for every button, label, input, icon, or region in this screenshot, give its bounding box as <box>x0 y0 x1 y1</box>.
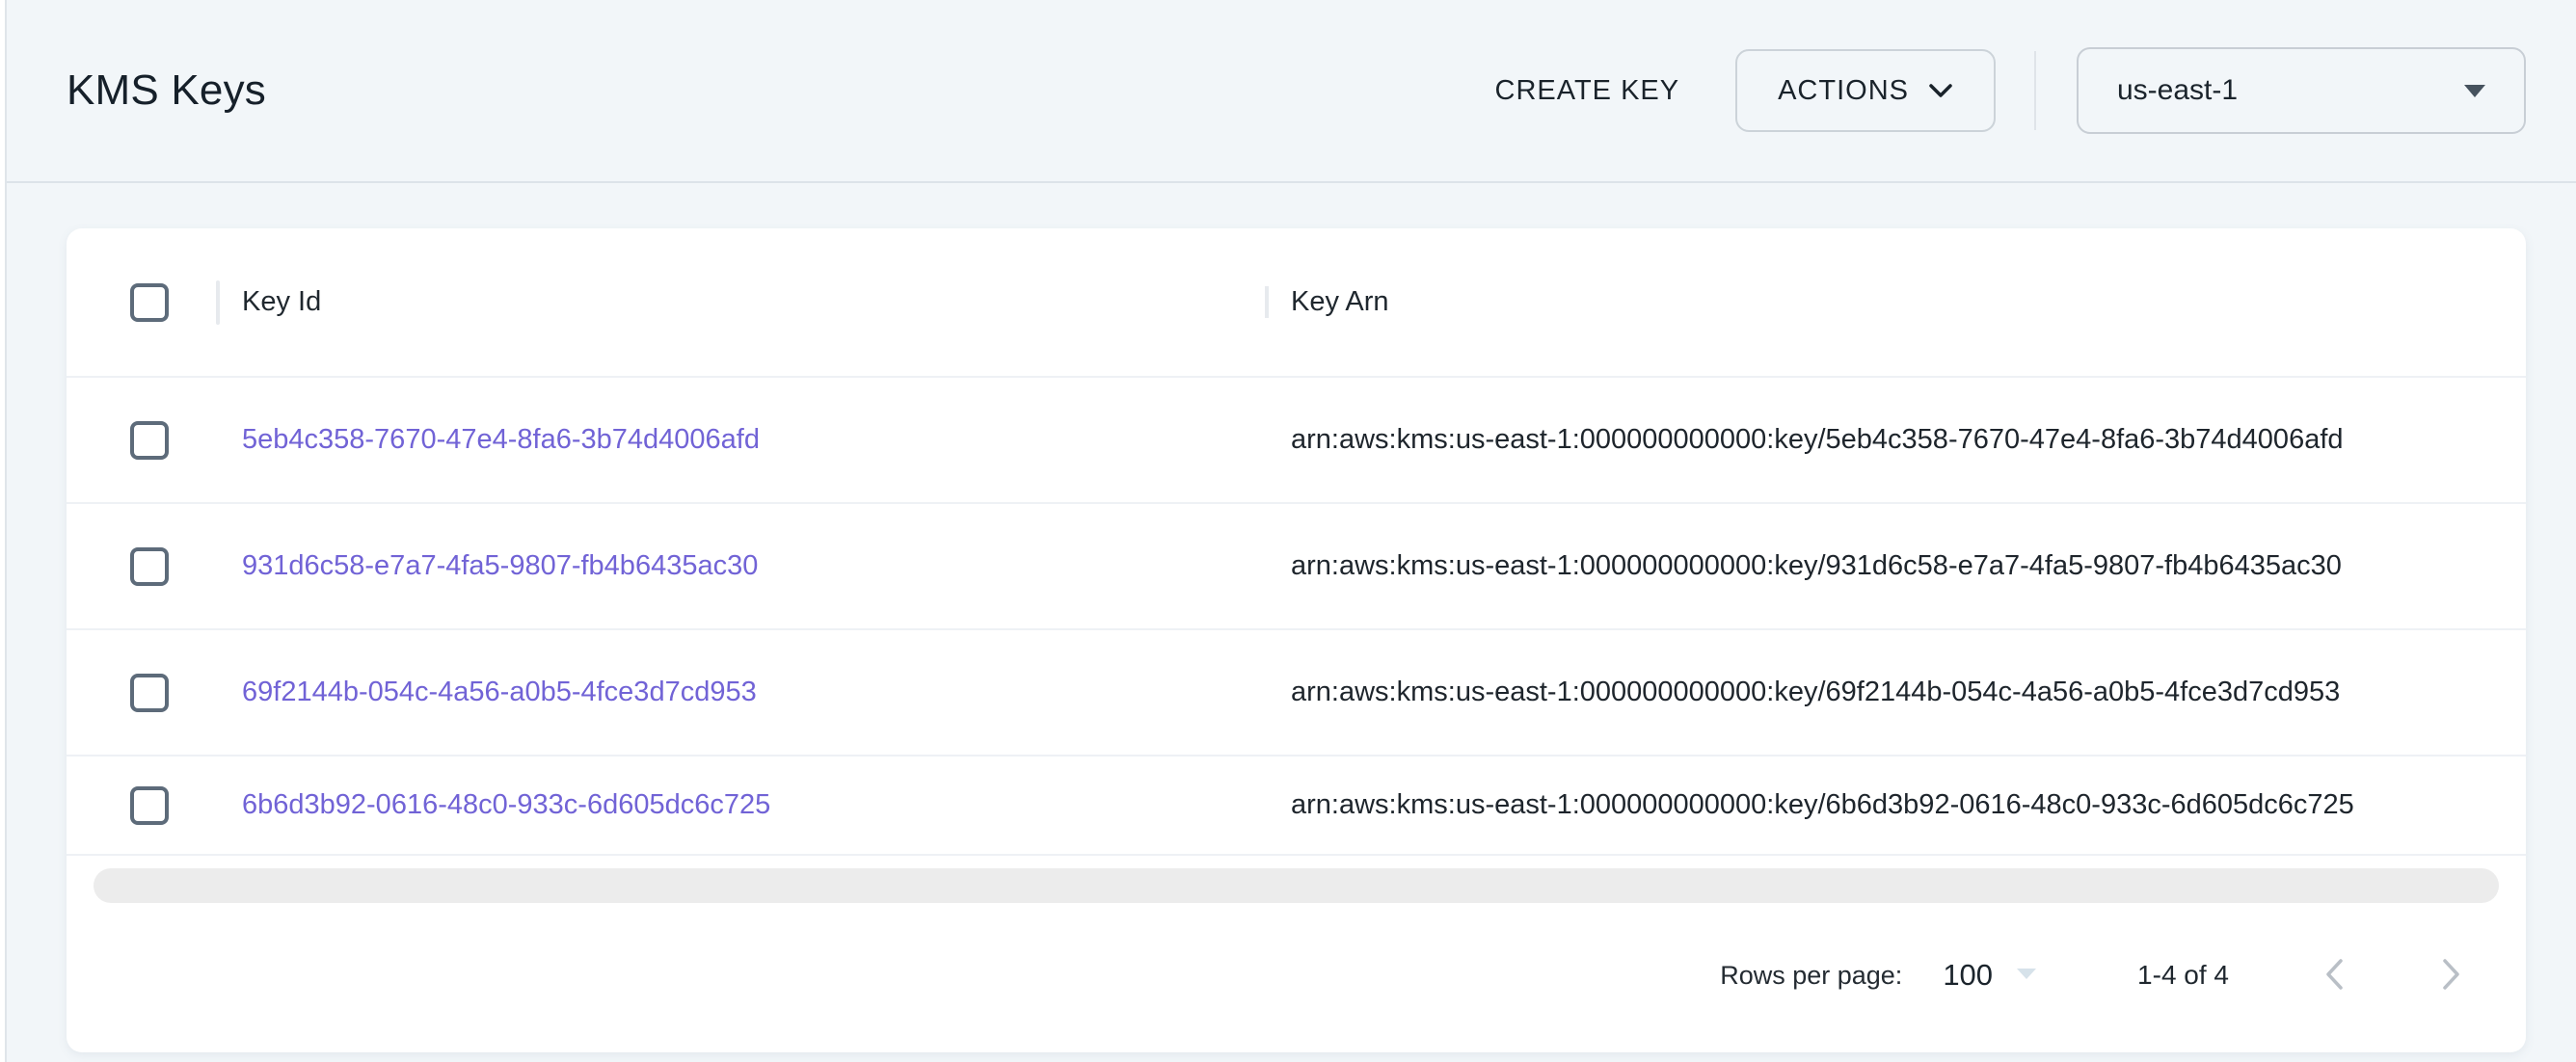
table-row: 931d6c58-e7a7-4fa5-9807-fb4b6435ac30 arn… <box>67 504 2526 630</box>
create-key-button[interactable]: CREATE KEY <box>1495 75 1680 107</box>
select-caret-icon <box>2016 967 2037 985</box>
key-id-link[interactable]: 931d6c58-e7a7-4fa5-9807-fb4b6435ac30 <box>242 550 758 582</box>
page-title: KMS Keys <box>67 66 266 115</box>
region-select[interactable]: us-east-1 <box>2077 47 2526 134</box>
actions-dropdown-label: ACTIONS <box>1778 75 1909 107</box>
pagination-range-label: 1-4 of 4 <box>2137 960 2229 991</box>
row-checkbox[interactable] <box>130 421 169 460</box>
content-area: Key Id Key Arn 5eb4c358-7670-47e4-8fa6-3… <box>7 183 2576 1052</box>
rows-per-page-select[interactable]: 100 <box>1943 958 2037 993</box>
table-row: 6b6d3b92-0616-48c0-933c-6d605dc6c725 arn… <box>67 757 2526 856</box>
chevron-left-icon <box>2321 956 2347 996</box>
table-header-row: Key Id Key Arn <box>67 228 2526 378</box>
next-page-button[interactable] <box>2439 956 2464 996</box>
key-arn-text: arn:aws:kms:us-east-1:000000000000:key/6… <box>1291 789 2354 821</box>
column-header-key-arn: Key Arn <box>1291 286 1389 318</box>
table-row: 5eb4c358-7670-47e4-8fa6-3b74d4006afd arn… <box>67 378 2526 504</box>
actions-dropdown-button[interactable]: ACTIONS <box>1735 49 1996 132</box>
table-row: 69f2144b-054c-4a56-a0b5-4fce3d7cd953 arn… <box>67 630 2526 757</box>
row-checkbox[interactable] <box>130 786 169 825</box>
region-select-value: us-east-1 <box>2117 74 2238 107</box>
row-checkbox[interactable] <box>130 674 169 712</box>
key-arn-text: arn:aws:kms:us-east-1:000000000000:key/9… <box>1291 550 2342 582</box>
keys-table-card: Key Id Key Arn 5eb4c358-7670-47e4-8fa6-3… <box>67 228 2526 1052</box>
column-header-key-id: Key Id <box>242 286 321 318</box>
key-arn-text: arn:aws:kms:us-east-1:000000000000:key/6… <box>1291 677 2340 708</box>
key-arn-text: arn:aws:kms:us-east-1:000000000000:key/5… <box>1291 424 2344 456</box>
pagination-bar: Rows per page: 100 1-4 of 4 <box>67 903 2526 1048</box>
horizontal-scrollbar-thumb[interactable] <box>94 868 2499 903</box>
kms-keys-page: KMS Keys CREATE KEY ACTIONS us-east-1 <box>5 0 2576 1062</box>
header-divider <box>2034 51 2036 130</box>
key-id-link[interactable]: 6b6d3b92-0616-48c0-933c-6d605dc6c725 <box>242 789 770 821</box>
rows-per-page-value: 100 <box>1943 958 1993 993</box>
row-checkbox[interactable] <box>130 547 169 586</box>
chevron-down-icon <box>1928 83 1953 98</box>
previous-page-button[interactable] <box>2321 956 2347 996</box>
rows-per-page-label: Rows per page: <box>1720 961 1902 991</box>
chevron-right-icon <box>2439 956 2464 996</box>
key-id-link[interactable]: 5eb4c358-7670-47e4-8fa6-3b74d4006afd <box>242 424 760 456</box>
key-id-link[interactable]: 69f2144b-054c-4a56-a0b5-4fce3d7cd953 <box>242 677 757 708</box>
select-all-checkbox[interactable] <box>130 283 169 322</box>
horizontal-scrollbar-track <box>67 856 2526 903</box>
page-header: KMS Keys CREATE KEY ACTIONS us-east-1 <box>7 0 2576 183</box>
